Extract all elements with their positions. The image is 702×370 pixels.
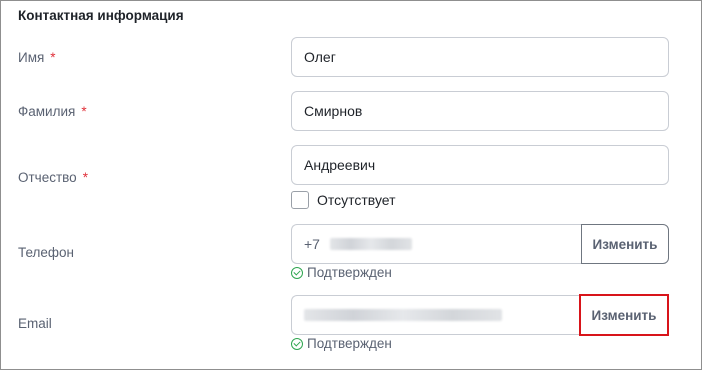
- first-name-label-text: Имя: [18, 50, 45, 65]
- last-name-label-text: Фамилия: [18, 104, 76, 119]
- patronymic-label: Отчество *: [18, 170, 88, 185]
- patronymic-label-text: Отчество: [18, 170, 77, 185]
- phone-input-group: +7 Изменить: [291, 224, 669, 264]
- email-redacted: [304, 309, 502, 321]
- phone-redacted: [329, 238, 412, 250]
- first-name-input[interactable]: Олег: [291, 37, 669, 77]
- phone-change-button[interactable]: Изменить: [581, 224, 669, 264]
- patronymic-value: Андреевич: [304, 157, 376, 173]
- phone-verified-status: Подтвержден: [291, 265, 392, 280]
- email-input-group: Изменить: [291, 294, 669, 336]
- first-name-label: Имя *: [18, 50, 56, 65]
- phone-input[interactable]: +7: [291, 224, 581, 264]
- check-circle-icon: [291, 337, 303, 350]
- phone-label: Телефон: [18, 245, 75, 260]
- last-name-input[interactable]: Смирнов: [291, 91, 669, 131]
- contact-info-panel: Контактная информация Имя * Олег Фамилия *…: [0, 0, 702, 370]
- email-status-text: Подтвержден: [307, 336, 392, 351]
- email-label: Email: [18, 316, 52, 331]
- section-title: Контактная информация: [18, 8, 184, 23]
- required-marker: *: [81, 104, 87, 119]
- last-name-label: Фамилия *: [18, 104, 87, 119]
- email-input[interactable]: [291, 295, 579, 335]
- required-marker: *: [50, 50, 56, 65]
- check-circle-icon: [291, 266, 303, 279]
- email-change-button[interactable]: Изменить: [579, 294, 669, 336]
- patronymic-absent-checkbox[interactable]: [291, 191, 309, 209]
- phone-prefix: +7: [304, 236, 320, 252]
- patronymic-absent-row[interactable]: Отсутствует: [291, 191, 396, 209]
- required-marker: *: [82, 170, 88, 185]
- last-name-value: Смирнов: [304, 103, 363, 119]
- email-verified-status: Подтвержден: [291, 336, 392, 351]
- patronymic-input[interactable]: Андреевич: [291, 145, 669, 185]
- patronymic-absent-label: Отсутствует: [317, 192, 396, 208]
- first-name-value: Олег: [304, 49, 336, 65]
- phone-status-text: Подтвержден: [307, 265, 392, 280]
